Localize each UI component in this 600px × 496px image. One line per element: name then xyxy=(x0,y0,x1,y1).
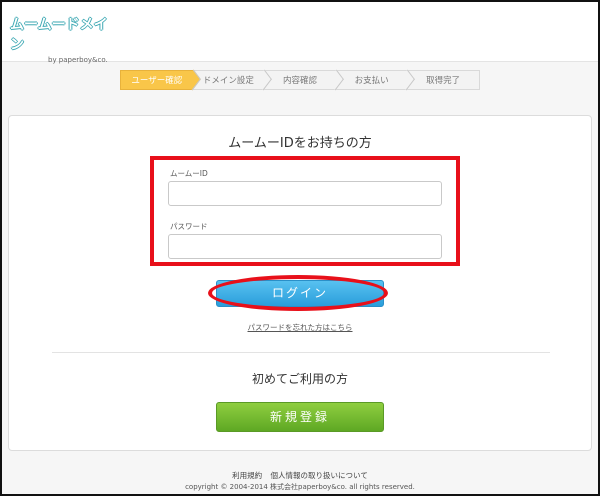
logo-subtitle: by paperboy&co. xyxy=(48,56,108,64)
step-confirm: 内容確認 xyxy=(264,69,344,91)
terms-link[interactable]: 利用規約 xyxy=(232,471,262,480)
site-logo[interactable]: ムームードメイン by paperboy&co. xyxy=(10,14,110,64)
site-header: ムームードメイン by paperboy&co. xyxy=(2,2,598,64)
logo-text: ムームードメイン xyxy=(10,17,108,53)
register-section-title: 初めてご利用の方 xyxy=(251,372,348,386)
login-section-title: ムームーIDをお持ちの方 xyxy=(228,136,372,151)
step-domain-settings: ドメイン設定 xyxy=(192,69,273,91)
annotation-highlight-box xyxy=(150,156,460,266)
step-complete: 取得完了 xyxy=(407,70,480,90)
register-button[interactable]: 新規登録 xyxy=(216,402,384,432)
progress-steps: ユーザー確認 ドメイン設定 内容確認 お支払い 取得完了 xyxy=(120,69,480,91)
privacy-link[interactable]: 個人情報の取り扱いについて xyxy=(271,471,368,480)
annotation-highlight-ellipse xyxy=(208,275,388,311)
copyright-text: copyright © 2004-2014 株式会社paperboy&co. a… xyxy=(185,483,415,491)
step-payment: お支払い xyxy=(335,69,416,91)
footer-links: 利用規約 個人情報の取り扱いについて xyxy=(0,470,600,481)
step-user-check: ユーザー確認 xyxy=(120,69,201,91)
section-divider xyxy=(52,352,550,353)
forgot-password-link[interactable]: パスワードを忘れた方はこちら xyxy=(0,322,600,333)
